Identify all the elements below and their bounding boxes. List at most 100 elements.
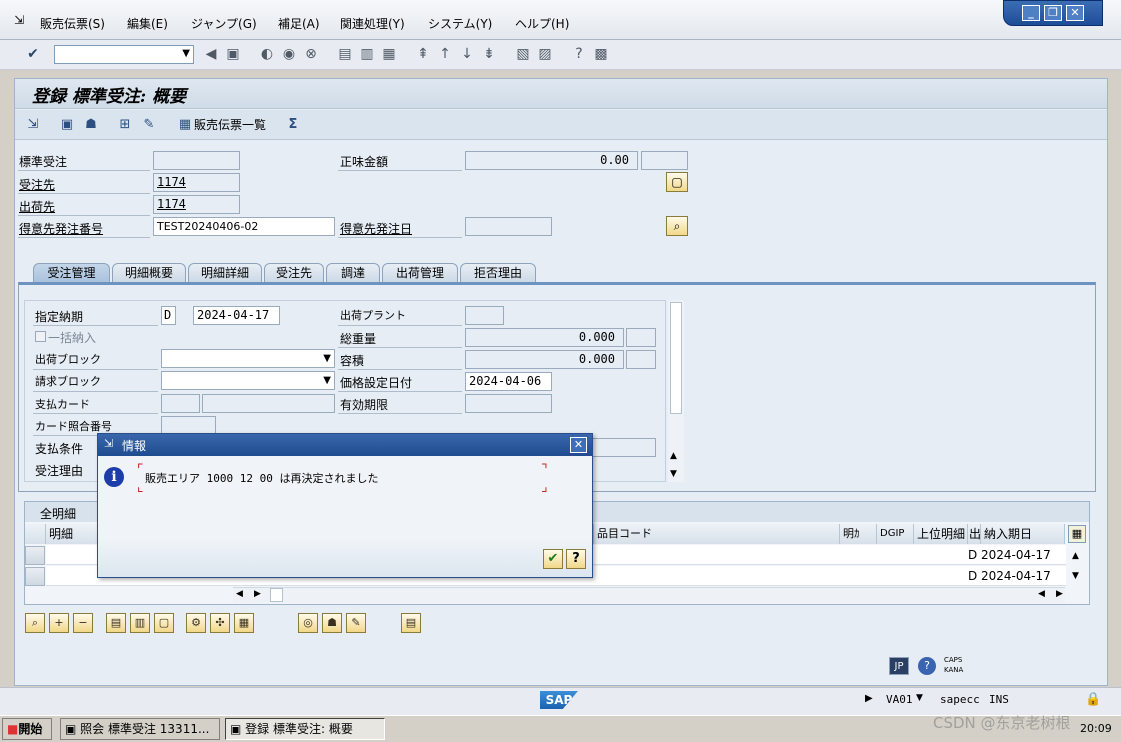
plant-field[interactable] xyxy=(465,306,504,325)
menu-goto[interactable]: ジャンプ(G) xyxy=(191,15,257,32)
ship-to-label[interactable]: 出荷先 xyxy=(19,198,55,215)
valid-to-field[interactable] xyxy=(465,394,552,413)
tab-shipping[interactable]: 出荷管理 xyxy=(382,263,458,282)
insert-row-button[interactable]: + xyxy=(49,613,69,633)
find-next-icon[interactable]: ▦ xyxy=(380,45,398,63)
po-number-field[interactable]: TEST20240406-02 xyxy=(153,217,335,236)
sold-to-label[interactable]: 受注先 xyxy=(19,176,55,193)
chevron-down-icon[interactable]: ▼ xyxy=(916,693,923,703)
scroll-right-icon[interactable]: ▶ xyxy=(1056,589,1063,599)
minimize-button[interactable]: _ xyxy=(1022,5,1040,21)
back-icon[interactable]: ◐ xyxy=(258,45,276,63)
menu-help[interactable]: ヘルプ(H) xyxy=(515,15,569,32)
save-icon[interactable]: ▣ xyxy=(224,45,242,63)
last-page-icon[interactable]: ⇟ xyxy=(480,45,498,63)
configuration-button[interactable]: ✣ xyxy=(210,613,230,633)
std-order-field[interactable] xyxy=(153,151,240,170)
next-page-icon[interactable]: ↓ xyxy=(458,45,476,63)
row-delivery-date[interactable]: 2024-04-17 xyxy=(981,545,1051,565)
deselect-all-button[interactable]: ▢ xyxy=(154,613,174,633)
table-scroll-down-icon[interactable]: ▼ xyxy=(1072,571,1079,581)
display-header-icon[interactable]: ▣ xyxy=(58,116,76,134)
exit-icon[interactable]: ◉ xyxy=(280,45,298,63)
print-icon[interactable]: ▤ xyxy=(336,45,354,63)
new-session-icon[interactable]: ▧ xyxy=(514,45,532,63)
table-settings-icon[interactable]: ▦ xyxy=(1068,525,1086,543)
order-list-button[interactable]: 販売伝票一覧 xyxy=(194,116,266,133)
schedule-lines-button[interactable]: ▦ xyxy=(234,613,254,633)
row-selector[interactable] xyxy=(25,546,45,565)
tab-procurement[interactable]: 調達 xyxy=(326,263,380,282)
chevron-down-icon[interactable]: ▼ xyxy=(323,372,331,389)
menu-edit[interactable]: 編集(E) xyxy=(127,15,168,32)
scroll-left-icon[interactable]: ◀ xyxy=(236,589,243,599)
column-header-higher-item[interactable]: 上位明細 xyxy=(914,524,968,544)
column-header-delivery-flag[interactable]: 出 xyxy=(968,524,981,544)
first-page-icon[interactable]: ⇞ xyxy=(414,45,432,63)
select-all-button[interactable]: ▤ xyxy=(106,613,126,633)
complete-delivery-checkbox[interactable] xyxy=(35,331,46,342)
column-header-dgip[interactable]: DGIP xyxy=(877,524,914,544)
column-header-item-category[interactable]: 明ｶ xyxy=(840,524,877,544)
availability-button[interactable]: ◎ xyxy=(298,613,318,633)
prev-page-icon[interactable]: ↑ xyxy=(436,45,454,63)
dialog-titlebar[interactable] xyxy=(98,434,592,456)
menu-extras[interactable]: 補足(A) xyxy=(278,15,320,32)
cancel-icon[interactable]: ⊗ xyxy=(302,45,320,63)
ship-to-field[interactable]: 1174 xyxy=(153,195,240,214)
po-number-label[interactable]: 得意先発注番号 xyxy=(19,220,103,237)
dialog-close-button[interactable]: ✕ xyxy=(570,437,587,453)
card-type-field[interactable] xyxy=(161,394,200,413)
chevron-down-icon[interactable]: ▼ xyxy=(182,48,190,59)
layout-menu-icon[interactable]: ▩ xyxy=(592,45,610,63)
table-scroll-up-icon[interactable]: ▲ xyxy=(1072,551,1079,561)
taskbar-item-display-order[interactable]: ▣ 照会 標準受注 13311... xyxy=(60,718,220,740)
sold-to-detail-button[interactable]: ▢ xyxy=(666,172,688,192)
horizontal-scrollbar[interactable] xyxy=(233,587,1065,603)
list-icon[interactable]: ▦ xyxy=(176,116,194,134)
shortcut-icon[interactable]: ▨ xyxy=(536,45,554,63)
display-item-icon[interactable]: ✎ xyxy=(140,116,158,134)
ime-help-icon[interactable]: ? xyxy=(918,657,936,675)
dialog-help-button[interactable]: ? xyxy=(566,549,586,569)
texts-button[interactable]: ✎ xyxy=(346,613,366,633)
pricing-date-field[interactable]: 2024-04-06 xyxy=(465,372,552,391)
lock-icon[interactable]: 🔒 xyxy=(1085,692,1101,707)
print-preview-button[interactable]: ▤ xyxy=(401,613,421,633)
delete-row-button[interactable]: − xyxy=(73,613,93,633)
chevron-down-icon[interactable]: ▼ xyxy=(323,350,331,367)
status-expand-icon[interactable]: ▶ xyxy=(865,693,873,704)
menu-system[interactable]: システム(Y) xyxy=(428,15,492,32)
hscroll-thumb[interactable] xyxy=(270,588,283,602)
po-date-label[interactable]: 得意先発注日 xyxy=(340,220,412,237)
tab-reason-rejection[interactable]: 拒否理由 xyxy=(460,263,536,282)
sold-to-field[interactable]: 1174 xyxy=(153,173,240,192)
back-arrow-icon[interactable]: ◀ xyxy=(202,45,220,63)
billing-block-select[interactable]: ▼ xyxy=(161,371,335,390)
scrollbar-thumb[interactable] xyxy=(670,302,682,414)
req-delivery-format-field[interactable]: D xyxy=(161,306,176,325)
pricing-button[interactable]: ⚙ xyxy=(186,613,206,633)
scroll-right-icon[interactable]: ▶ xyxy=(254,589,261,599)
partner-button[interactable]: ☗ xyxy=(322,613,342,633)
menu-sales-document[interactable]: 販売伝票(S) xyxy=(40,15,105,32)
select-block-button[interactable]: ▥ xyxy=(130,613,150,633)
sum-icon[interactable]: Σ xyxy=(284,116,302,134)
command-field[interactable]: ▼ xyxy=(54,45,194,64)
tab-item-overview[interactable]: 明細概要 xyxy=(112,263,186,282)
tab-ordering-party[interactable]: 受注先 xyxy=(264,263,324,282)
taskbar-item-create-order[interactable]: ▣ 登録 標準受注: 概要 xyxy=(225,718,385,740)
column-header-delivery-date[interactable]: 納入期日 xyxy=(981,524,1065,544)
req-delivery-date-field[interactable]: 2024-04-17 xyxy=(193,306,280,325)
delivery-block-select[interactable]: ▼ xyxy=(161,349,335,368)
enter-check-icon[interactable]: ✔ xyxy=(24,45,42,63)
partner-icon[interactable]: ☗ xyxy=(82,116,100,134)
create-with-reference-icon[interactable]: ⇲ xyxy=(24,116,42,134)
find-icon[interactable]: ▥ xyxy=(358,45,376,63)
tab-order-management[interactable]: 受注管理 xyxy=(33,263,110,282)
column-header-select[interactable] xyxy=(25,524,46,544)
po-search-button[interactable]: ⌕ xyxy=(666,216,688,236)
restore-button[interactable]: ❐ xyxy=(1044,5,1062,21)
start-button[interactable]: ■開始 xyxy=(2,718,52,740)
row-delivery-date[interactable]: 2024-04-17 xyxy=(981,566,1051,586)
